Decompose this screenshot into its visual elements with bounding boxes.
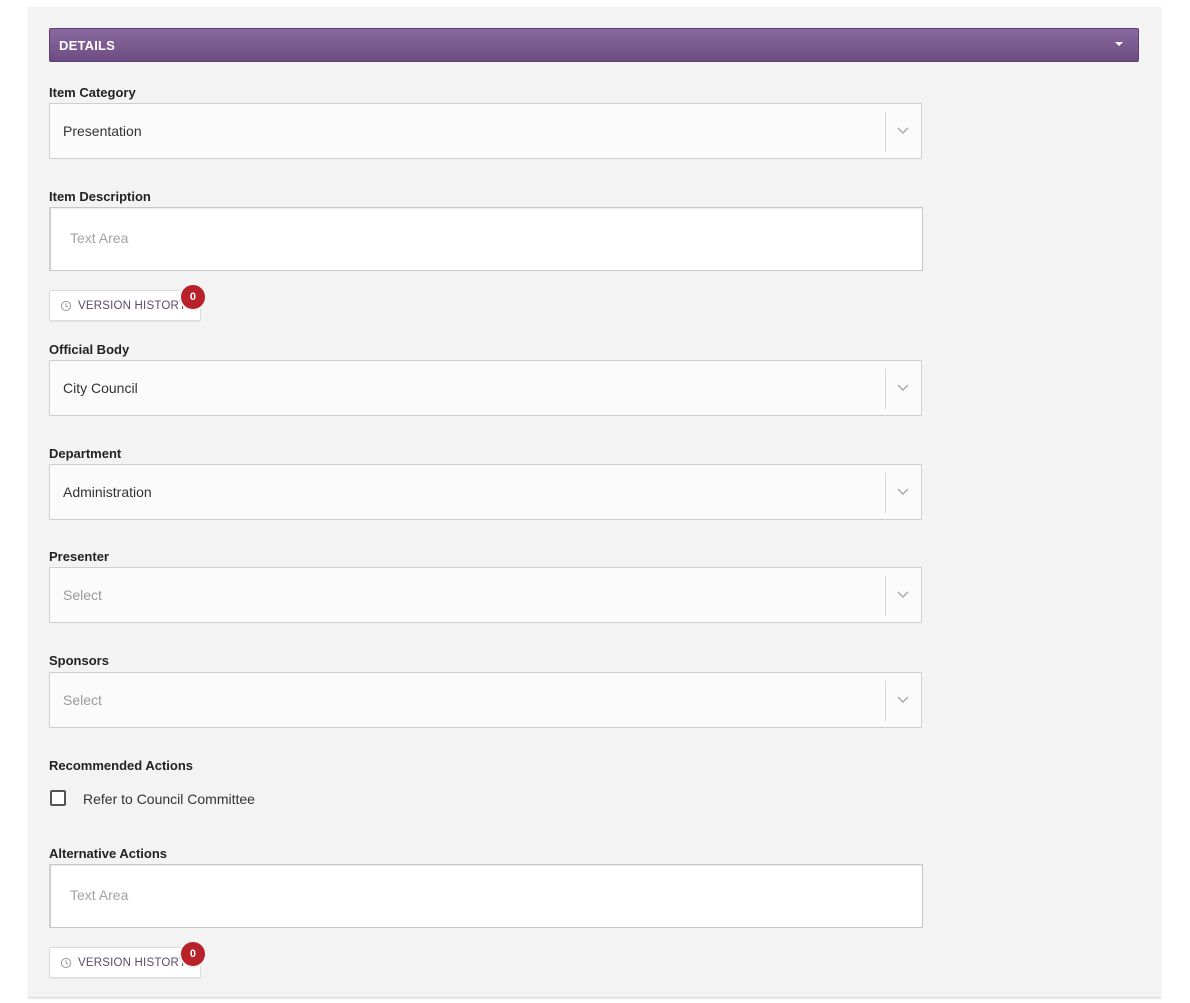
sponsors-select[interactable]: Select	[49, 672, 922, 728]
chevron-down-icon[interactable]	[897, 591, 909, 599]
presenter-label: Presenter	[49, 549, 109, 564]
official-body-select[interactable]: City Council	[49, 360, 922, 416]
item-description-label: Item Description	[49, 189, 151, 204]
version-history-label: VERSION HISTORY	[78, 957, 187, 969]
item-category-select[interactable]: Presentation	[49, 103, 922, 159]
item-description-textarea[interactable]: Text Area	[49, 207, 923, 271]
chevron-down-icon[interactable]	[897, 488, 909, 496]
sponsors-label: Sponsors	[49, 653, 109, 668]
alternative-actions-placeholder: Text Area	[70, 887, 129, 903]
chevron-down-icon[interactable]	[897, 696, 909, 704]
version-count-badge: 0	[181, 285, 205, 309]
department-value: Administration	[63, 484, 152, 500]
chevron-down-icon[interactable]	[897, 384, 909, 392]
department-select[interactable]: Administration	[49, 464, 922, 520]
history-icon	[60, 957, 72, 969]
alternative-actions-label: Alternative Actions	[49, 846, 167, 861]
section-title: DETAILS	[59, 38, 116, 53]
official-body-value: City Council	[63, 380, 138, 396]
presenter-placeholder: Select	[63, 587, 102, 603]
official-body-label: Official Body	[49, 342, 130, 357]
presenter-select[interactable]: Select	[49, 567, 922, 623]
select-divider	[885, 473, 886, 513]
version-history-label: VERSION HISTORY	[78, 300, 187, 312]
item-category-value: Presentation	[63, 123, 142, 139]
item-category-label: Item Category	[49, 85, 136, 100]
select-divider	[885, 112, 886, 152]
sponsors-placeholder: Select	[63, 692, 102, 708]
refer-to-council-committee-checkbox[interactable]	[50, 790, 66, 806]
history-icon	[60, 300, 72, 312]
refer-to-council-committee-label[interactable]: Refer to Council Committee	[83, 791, 255, 807]
details-panel: DETAILS Item Category Presentation Item …	[28, 7, 1161, 998]
department-label: Department	[49, 446, 122, 461]
item-description-version-history-button[interactable]: VERSION HISTORY 0	[49, 285, 205, 321]
item-description-placeholder: Text Area	[70, 230, 129, 246]
select-divider	[885, 369, 886, 409]
alternative-actions-version-history-button[interactable]: VERSION HISTORY 0	[49, 942, 205, 978]
details-section-header[interactable]: DETAILS	[49, 28, 1139, 62]
version-count-badge: 0	[181, 942, 205, 966]
alternative-actions-textarea[interactable]: Text Area	[49, 864, 923, 928]
recommended-actions-label: Recommended Actions	[49, 758, 193, 773]
chevron-down-icon[interactable]	[897, 127, 909, 135]
select-divider	[885, 576, 886, 616]
caret-down-icon[interactable]	[1115, 42, 1123, 46]
select-divider	[885, 681, 886, 721]
